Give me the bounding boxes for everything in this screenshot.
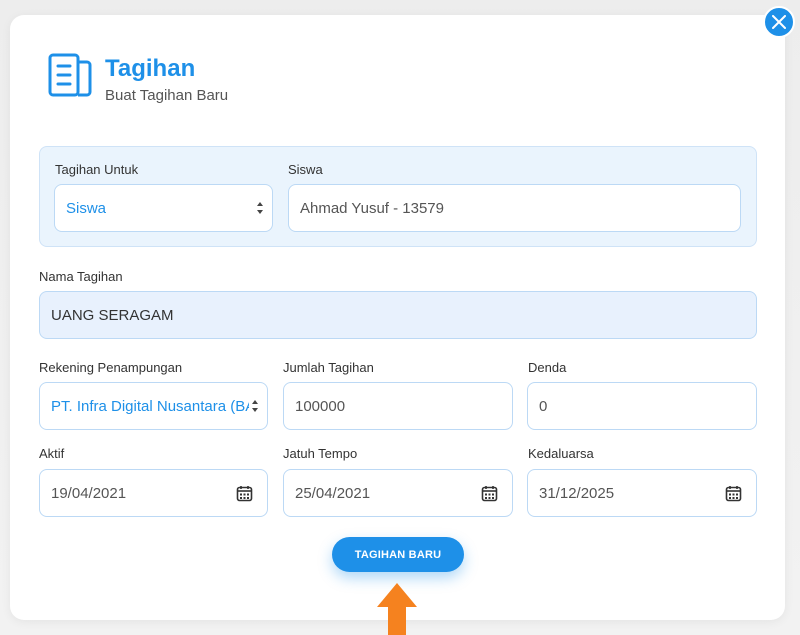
jatuh-tempo-label: Jatuh Tempo: [283, 446, 358, 461]
kedaluarsa-label: Kedaluarsa: [528, 446, 594, 461]
close-button[interactable]: [763, 6, 795, 38]
sort-arrows-icon: [257, 202, 263, 214]
jumlah-input[interactable]: [295, 397, 512, 415]
aktif-date-field[interactable]: 19/04/2021: [39, 469, 268, 517]
kedaluarsa-value: 31/12/2025: [539, 484, 615, 502]
denda-label: Denda: [528, 360, 567, 375]
tagihan-untuk-select[interactable]: Siswa: [54, 184, 273, 232]
kedaluarsa-date-field[interactable]: 31/12/2025: [527, 469, 757, 517]
jumlah-label: Jumlah Tagihan: [283, 360, 374, 375]
calendar-icon[interactable]: [236, 485, 253, 502]
nama-tagihan-input[interactable]: [51, 306, 756, 324]
calendar-icon[interactable]: [725, 485, 742, 502]
siswa-input[interactable]: [300, 199, 740, 217]
jumlah-field[interactable]: [283, 382, 513, 430]
jatuh-tempo-value: 25/04/2021: [295, 484, 371, 502]
rekening-value: PT. Infra Digital Nusantara (BA: [51, 397, 249, 415]
siswa-label: Siswa: [288, 162, 323, 177]
arrow-up-icon: [377, 583, 417, 635]
tagihan-baru-button[interactable]: TAGIHAN BARU: [332, 537, 464, 572]
rekening-select[interactable]: PT. Infra Digital Nusantara (BA: [39, 382, 268, 430]
jatuh-tempo-date-field[interactable]: 25/04/2021: [283, 469, 513, 517]
nama-tagihan-field[interactable]: [39, 291, 757, 339]
denda-field[interactable]: [527, 382, 757, 430]
nama-tagihan-label: Nama Tagihan: [39, 269, 123, 284]
tagihan-untuk-label: Tagihan Untuk: [55, 162, 139, 177]
document-icon: [48, 53, 92, 97]
calendar-icon[interactable]: [481, 485, 498, 502]
aktif-label: Aktif: [39, 446, 65, 461]
sort-arrows-icon: [252, 400, 258, 412]
page-title: Tagihan: [105, 55, 196, 82]
tagihan-untuk-value: Siswa: [66, 199, 107, 217]
rekening-label: Rekening Penampungan: [39, 360, 183, 375]
denda-input[interactable]: [539, 397, 756, 415]
siswa-field[interactable]: [288, 184, 741, 232]
aktif-value: 19/04/2021: [51, 484, 127, 502]
close-icon: [772, 15, 786, 29]
page-subtitle: Buat Tagihan Baru: [105, 87, 229, 104]
